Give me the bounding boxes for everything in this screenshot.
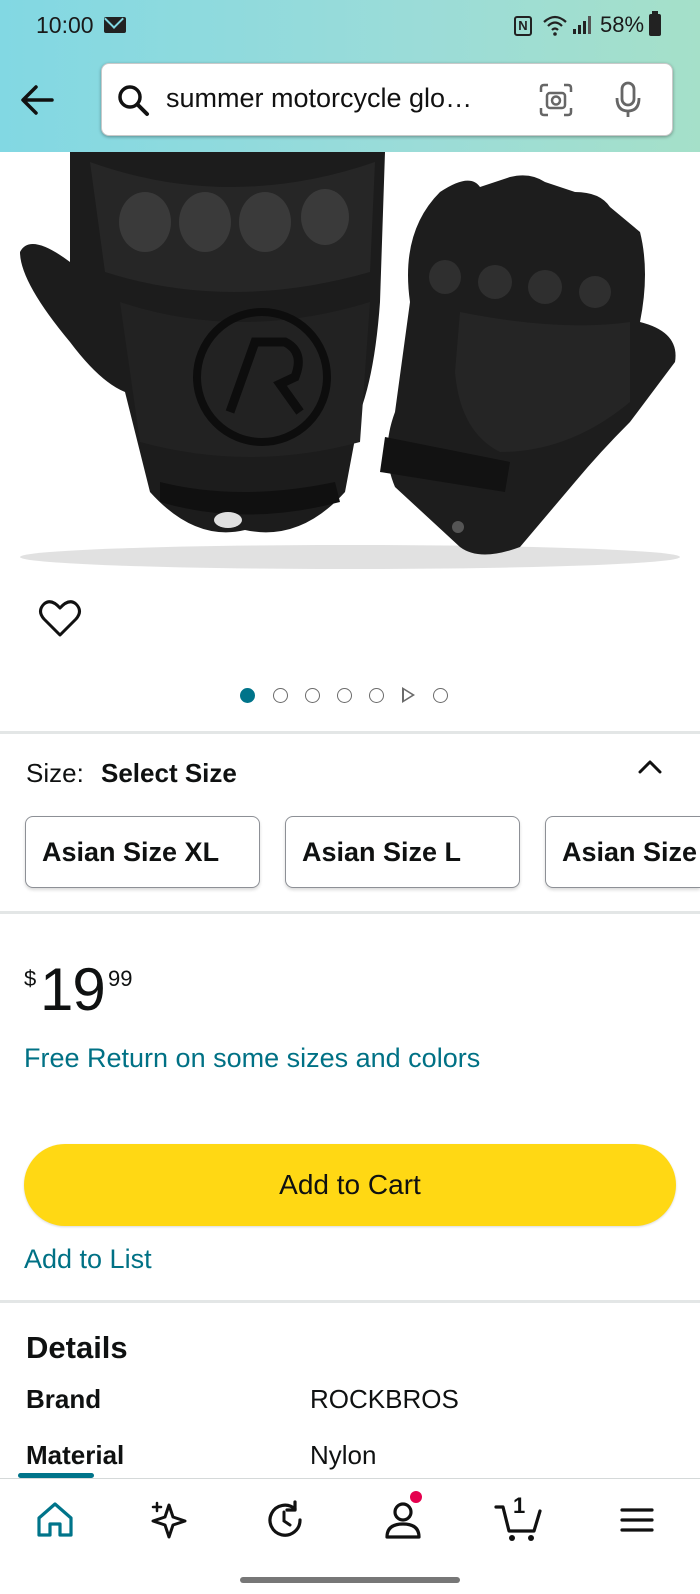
video-play-icon[interactable] xyxy=(402,687,415,703)
free-return-link[interactable]: Free Return on some sizes and colors xyxy=(24,1043,480,1074)
battery-icon xyxy=(649,11,661,36)
nfc-icon: N xyxy=(514,16,532,36)
status-time: 10:00 xyxy=(36,12,94,38)
detail-value: Nylon xyxy=(310,1440,377,1470)
microphone-icon[interactable] xyxy=(610,80,646,120)
carousel-dot-active[interactable] xyxy=(240,688,255,703)
account-person-icon xyxy=(385,1502,421,1539)
detail-key: Brand xyxy=(26,1384,102,1414)
detail-value: ROCKBROS xyxy=(310,1384,459,1414)
size-label: Size: xyxy=(26,758,84,788)
menu-hamburger-icon[interactable] xyxy=(614,1497,660,1543)
back-arrow-icon[interactable] xyxy=(18,82,58,118)
active-tab-indicator xyxy=(18,1473,94,1478)
price-currency: $ xyxy=(24,966,37,991)
sparkle-ai-icon[interactable] xyxy=(148,1497,194,1543)
account-nav[interactable] xyxy=(380,1491,426,1543)
history-refresh-icon[interactable] xyxy=(262,1497,308,1543)
gesture-navigation-bar[interactable] xyxy=(240,1577,460,1583)
wifi-icon xyxy=(543,15,567,36)
product-image[interactable] xyxy=(0,152,700,582)
cart-nav[interactable]: 1 xyxy=(494,1493,544,1543)
size-option-button[interactable]: Asian Size xyxy=(545,816,700,888)
mail-icon xyxy=(104,17,126,33)
size-selected-value: Select Size xyxy=(101,758,237,788)
search-input[interactable]: summer motorcycle glo… xyxy=(101,63,673,136)
carousel-dot[interactable] xyxy=(433,688,448,703)
details-heading: Details xyxy=(26,1330,128,1365)
size-option-button[interactable]: Asian Size L xyxy=(285,816,520,888)
bottom-navigation: 1 xyxy=(0,1473,700,1560)
add-to-cart-button[interactable]: Add to Cart xyxy=(24,1144,676,1226)
status-bar: 10:00 N 58% xyxy=(0,0,700,52)
app-header: 10:00 N 58% summer motorcycle glo… xyxy=(0,0,700,152)
price-whole: 19 xyxy=(40,956,106,1023)
signal-icon xyxy=(573,16,591,34)
notification-dot xyxy=(410,1491,422,1503)
carousel-dot[interactable] xyxy=(369,688,384,703)
battery-percent: 58% xyxy=(600,12,645,37)
home-icon[interactable] xyxy=(32,1497,78,1543)
price-fraction: 99 xyxy=(108,966,133,991)
add-to-list-link[interactable]: Add to List xyxy=(24,1244,152,1275)
carousel-dot[interactable] xyxy=(273,688,288,703)
image-carousel-dots[interactable] xyxy=(240,686,470,706)
search-icon xyxy=(118,85,149,116)
heart-wishlist-icon[interactable] xyxy=(38,598,82,640)
size-option-button[interactable]: Asian Size XL xyxy=(25,816,260,888)
camera-scan-icon[interactable] xyxy=(538,82,574,118)
divider xyxy=(0,1300,700,1303)
cart-count-badge: 1 xyxy=(513,1493,526,1518)
carousel-dot[interactable] xyxy=(337,688,352,703)
carousel-dot[interactable] xyxy=(305,688,320,703)
divider xyxy=(0,911,700,914)
detail-key: Material xyxy=(26,1440,125,1470)
divider xyxy=(0,731,700,734)
search-query: summer motorcycle glo… xyxy=(166,83,473,113)
chevron-up-icon[interactable] xyxy=(634,752,666,780)
